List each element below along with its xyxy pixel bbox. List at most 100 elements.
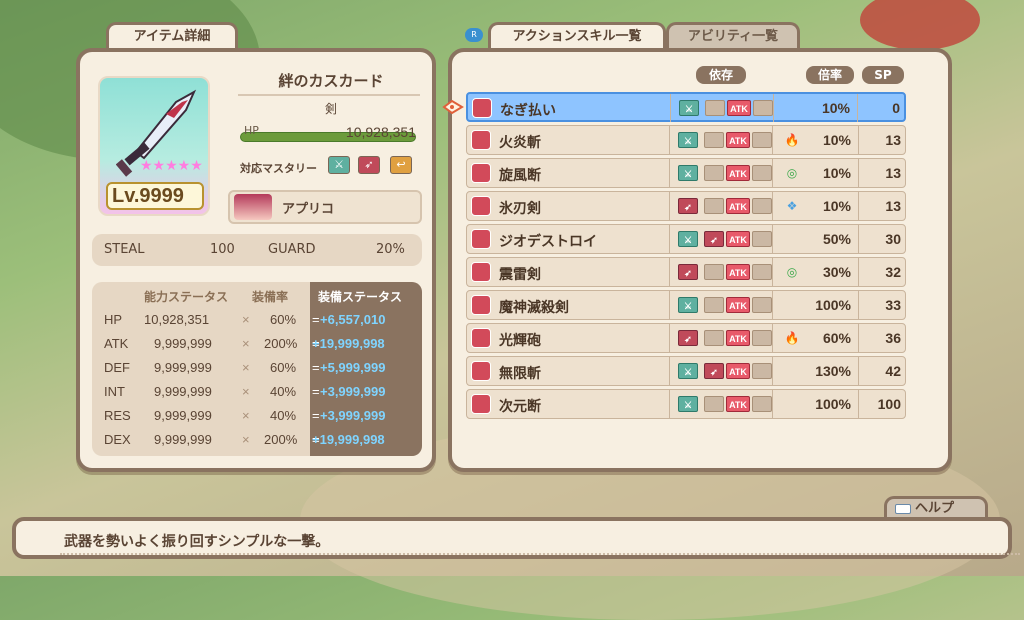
empty-dependency-slot — [752, 396, 772, 412]
hp-bar: HP 10,928,351 — [240, 124, 420, 146]
skill-icon — [471, 394, 491, 414]
sword-dependency-icon: ⚔ — [678, 132, 698, 148]
item-name: 絆のカスカード — [278, 72, 384, 90]
divider — [857, 94, 858, 122]
tab-action-skills[interactable]: アクションスキル一覧 — [488, 22, 666, 50]
skill-rate: 130% — [815, 363, 851, 379]
skill-row[interactable]: 火炎斬 ⚔ ATK 🔥 10% 13 — [466, 125, 906, 155]
skill-name: 魔神滅殺剣 — [499, 300, 569, 316]
stat-equals: = — [312, 312, 320, 327]
table-row: INT 9,999,999 × 40% = +3,999,999 — [92, 380, 422, 404]
skill-rate: 100% — [815, 396, 851, 412]
table-row: DEF 9,999,999 × 60% = +5,999,999 — [92, 356, 422, 380]
stat-rate: 200% — [264, 432, 298, 447]
skill-row[interactable]: 光輝砲 ➶ ATK 🔥 60% 36 — [466, 323, 906, 353]
empty-dependency-slot — [752, 198, 772, 214]
atk-dependency-badge: ATK — [726, 231, 750, 247]
skill-name: 無限斬 — [499, 366, 541, 382]
skill-row[interactable]: 旋風断 ⚔ ATK ◎ 10% 13 — [466, 158, 906, 188]
stat-result: +3,999,999 — [320, 384, 386, 399]
background-mushroom — [860, 0, 980, 50]
empty-dependency-icon — [704, 264, 724, 280]
skill-row[interactable]: ジオデストロイ ⚔ ➶ ATK 50% 30 — [466, 224, 906, 254]
skill-row[interactable]: 次元断 ⚔ ATK 100% 100 — [466, 389, 906, 419]
skill-name: 氷刃剣 — [499, 201, 541, 217]
sword-dependency-icon: ⚔ — [678, 363, 698, 379]
empty-dependency-icon — [704, 165, 724, 181]
table-row: HP 10,928,351 × 60% = +6,557,010 — [92, 308, 422, 332]
skill-icon — [471, 328, 491, 348]
skill-sp: 33 — [885, 297, 901, 313]
stat-name: INT — [104, 384, 125, 399]
steal-value: 100 — [210, 242, 235, 257]
skill-row[interactable]: 無限斬 ⚔ ➶ ATK 130% 42 — [466, 356, 906, 386]
hp-label: HP — [244, 124, 259, 137]
table-row: RES 9,999,999 × 40% = +3,999,999 — [92, 404, 422, 428]
skill-rate: 10% — [822, 132, 851, 148]
axe-dependency-icon: ➶ — [678, 264, 698, 280]
skill-dependency: ➶ ATK — [669, 258, 773, 286]
skill-row[interactable]: 魔神滅殺剣 ⚔ ATK 100% 33 — [466, 290, 906, 320]
sword-mastery-icon: ⚔ — [328, 156, 350, 174]
empty-dependency-slot — [753, 100, 773, 116]
item-level: Lv.9999 — [106, 182, 204, 210]
character-box[interactable]: アプリコ — [228, 190, 422, 224]
hp-value: 10,928,351 — [345, 124, 416, 140]
atk-dependency-badge: ATK — [726, 264, 750, 280]
stat-base: 10,928,351 — [144, 312, 210, 327]
stat-multiply: × — [242, 384, 250, 399]
skill-name: なぎ払い — [500, 103, 556, 119]
skill-rate: 50% — [822, 231, 851, 247]
divider — [858, 225, 859, 253]
skill-row[interactable]: 震雷剣 ➶ ATK ◎ 30% 32 — [466, 257, 906, 287]
sword-dependency-icon: ⚔ — [678, 396, 698, 412]
steal-label: STEAL — [104, 242, 145, 257]
stat-multiply: × — [242, 312, 250, 327]
stat-base: 9,999,999 — [154, 336, 212, 351]
stat-base: 9,999,999 — [154, 432, 212, 447]
stat-base: 9,999,999 — [154, 384, 212, 399]
stat-name: DEX — [104, 432, 131, 447]
fire-element-icon: 🔥 — [784, 331, 800, 345]
skill-dependency: ➶ ATK — [669, 324, 773, 352]
axe-dependency-icon: ➶ — [678, 198, 698, 214]
skill-name: 火炎斬 — [499, 135, 541, 151]
sword-dependency-icon: ⚔ — [679, 100, 699, 116]
skill-rate: 30% — [822, 264, 851, 280]
skill-dependency: ⚔ ATK — [669, 390, 773, 418]
empty-dependency-slot — [752, 297, 772, 313]
controller-button-icon: R — [465, 28, 483, 42]
stat-equals: = — [312, 360, 320, 375]
stat-rate: 40% — [270, 384, 297, 399]
status-table: 能力ステータス 装備率 装備ステータス HP 10,928,351 × 60% … — [92, 282, 422, 456]
tab-item-detail[interactable]: アイテム詳細 — [106, 22, 238, 50]
empty-dependency-icon — [704, 297, 724, 313]
stat-multiply: × — [242, 408, 250, 423]
skill-sp: 13 — [885, 165, 901, 181]
selection-cursor-icon — [442, 100, 464, 114]
skill-sp: 30 — [885, 231, 901, 247]
stat-rate: 40% — [270, 408, 297, 423]
skill-icon — [471, 262, 491, 282]
axe-dependency-icon: ➶ — [678, 330, 698, 346]
divider — [858, 390, 859, 418]
sword-dependency-icon: ⚔ — [678, 297, 698, 313]
column-header-dependency: 依存 — [696, 66, 746, 84]
skill-dependency: ➶ ATK — [669, 192, 773, 220]
wind-element-icon: ◎ — [786, 166, 798, 180]
skill-sp: 0 — [892, 100, 900, 116]
skill-rate: 100% — [815, 297, 851, 313]
skill-icon — [471, 163, 491, 183]
atk-dependency-badge: ATK — [726, 396, 750, 412]
empty-dependency-slot — [752, 264, 772, 280]
sword-dependency-icon: ⚔ — [678, 231, 698, 247]
table-row: DEX 9,999,999 × 200% = +19,999,998 — [92, 428, 422, 452]
skill-row[interactable]: 氷刃剣 ➶ ATK ❖ 10% 13 — [466, 191, 906, 221]
skill-dependency: ⚔ ➶ ATK — [669, 357, 773, 385]
stat-multiply: × — [242, 336, 250, 351]
table-row: ATK 9,999,999 × 200% = +19,999,998 — [92, 332, 422, 356]
skill-row[interactable]: なぎ払い ⚔ ATK 10% 0 — [466, 92, 906, 122]
item-image: ★★★★★ Lv.9999 — [98, 76, 210, 216]
tab-abilities[interactable]: アビリティ一覧 — [666, 22, 800, 50]
atk-dependency-badge: ATK — [726, 330, 750, 346]
